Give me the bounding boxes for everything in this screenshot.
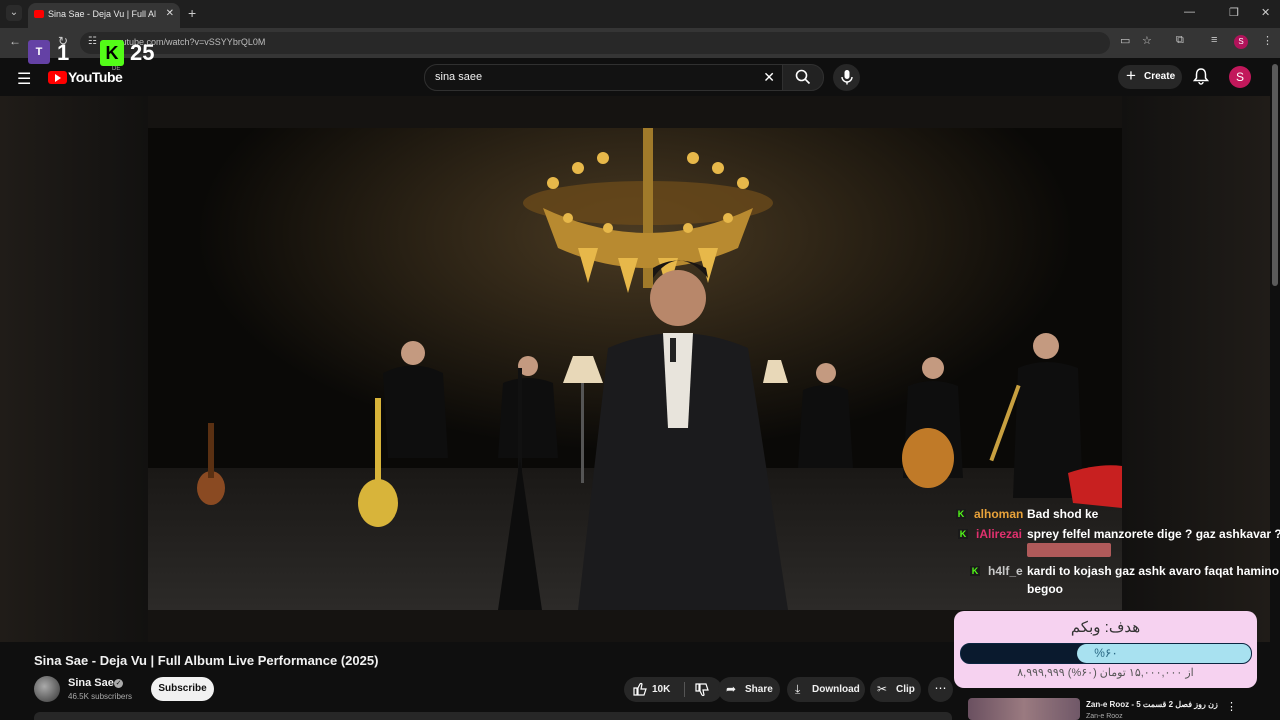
channel-avatar[interactable] bbox=[34, 676, 60, 702]
bookmark-star-icon[interactable]: ☆ bbox=[1142, 34, 1152, 47]
channel-name[interactable]: Sina Sae bbox=[68, 677, 114, 689]
more-actions-button[interactable]: ⋯ bbox=[928, 677, 953, 702]
recommendation-more-icon[interactable]: ⋮ bbox=[1226, 700, 1237, 713]
back-arrow-icon[interactable]: ← bbox=[9, 34, 21, 48]
search-icon bbox=[795, 69, 811, 85]
video-title: Sina Sae - Deja Vu | Full Album Live Per… bbox=[34, 653, 379, 668]
media-controls-icon[interactable]: ≡ bbox=[1211, 34, 1217, 46]
twitch-logo-icon: T bbox=[28, 40, 50, 64]
site-info-icon[interactable]: ☷ bbox=[88, 36, 97, 47]
search-button[interactable] bbox=[782, 64, 824, 91]
goal-progress-bar: %۶۰ bbox=[960, 643, 1252, 664]
chat-username: alhoman bbox=[974, 507, 1024, 521]
minimize-icon[interactable]: — bbox=[1184, 6, 1195, 18]
clip-label: Clip bbox=[896, 684, 915, 695]
like-dislike-group: 10K bbox=[624, 677, 722, 702]
restore-icon[interactable]: ❐ bbox=[1229, 6, 1239, 19]
browser-profile-avatar[interactable]: S bbox=[1234, 35, 1248, 49]
twitch-viewer-count: 1 bbox=[57, 40, 70, 65]
search-input[interactable]: sina saee ✕ bbox=[424, 64, 784, 91]
clip-button[interactable]: ✂ Clip bbox=[870, 677, 921, 702]
create-button[interactable]: + Create bbox=[1118, 65, 1182, 89]
tab-close-icon[interactable]: ✕ bbox=[166, 8, 174, 19]
plus-icon: + bbox=[1126, 66, 1136, 85]
create-label: Create bbox=[1144, 71, 1176, 82]
notifications-bell-icon[interactable] bbox=[1193, 67, 1209, 85]
youtube-favicon-icon bbox=[34, 10, 44, 18]
youtube-header: ☰ YouTube DE sina saee ✕ + Create S bbox=[0, 58, 1280, 96]
ambient-glow-right bbox=[1122, 96, 1270, 642]
search-query: sina saee bbox=[435, 71, 483, 83]
subscriber-count: 46.5K subscribers bbox=[68, 692, 133, 701]
download-label: Download bbox=[812, 684, 860, 695]
youtube-logo-icon[interactable] bbox=[48, 71, 67, 84]
tab-title: Sina Sae - Deja Vu | Full Album bbox=[48, 9, 156, 19]
user-avatar[interactable]: S bbox=[1229, 66, 1251, 88]
browser-menu-icon[interactable]: ⋮ bbox=[1262, 34, 1273, 47]
page-scrollbar[interactable] bbox=[1270, 58, 1280, 720]
country-code: DE bbox=[112, 66, 121, 72]
chat-username: h4lf_e bbox=[988, 564, 1023, 578]
thumbs-down-icon bbox=[695, 683, 709, 697]
cast-icon[interactable]: ▭ bbox=[1120, 34, 1130, 47]
goal-title: هدف: وبکم bbox=[1070, 619, 1141, 636]
kick-badge-icon: K bbox=[956, 509, 966, 519]
kick-viewer-count: 25 bbox=[130, 40, 155, 65]
donation-goal-widget: هدف: وبکم %۶۰ ۸,۹۹۹,۹۹۹ از ۱۵,۰۰۰,۰۰۰ تو… bbox=[954, 611, 1257, 688]
kick-badge-icon: K bbox=[970, 566, 980, 576]
address-bar[interactable]: ☷ youtube.com/watch?v=vSSYYbrQL0M bbox=[80, 32, 1110, 54]
like-count: 10K bbox=[652, 684, 671, 695]
download-icon: ⤓ bbox=[795, 682, 801, 696]
verified-check-icon: ✓ bbox=[114, 679, 123, 688]
voice-search-button[interactable] bbox=[833, 64, 860, 91]
window-close-icon[interactable]: ✕ bbox=[1261, 6, 1270, 19]
guide-menu-icon[interactable]: ☰ bbox=[17, 69, 31, 89]
new-tab-button[interactable]: + bbox=[188, 5, 196, 21]
recommendation-thumbnail[interactable] bbox=[968, 698, 1080, 720]
recommendation-channel: Zan-e Rooz bbox=[1086, 713, 1123, 720]
goal-amount: ۸,۹۹۹,۹۹۹ از ۱۵,۰۰۰,۰۰۰ تومان (۶۰%) bbox=[1017, 667, 1194, 679]
ambient-glow-left bbox=[0, 96, 148, 642]
scrollbar-thumb[interactable] bbox=[1272, 64, 1278, 286]
share-button[interactable]: ➦ Share bbox=[718, 677, 780, 702]
share-arrow-icon: ➦ bbox=[726, 682, 737, 696]
browser-tab-bar: ⌄ Sina Sae - Deja Vu | Full Album ✕ + — … bbox=[0, 0, 1280, 28]
dislike-button[interactable] bbox=[685, 677, 722, 702]
like-button[interactable]: 10K bbox=[624, 677, 684, 702]
kick-badge-icon: K bbox=[958, 529, 968, 539]
emote-image bbox=[1027, 543, 1111, 557]
browser-tab-active[interactable]: Sina Sae - Deja Vu | Full Album ✕ bbox=[28, 3, 180, 28]
scissors-icon: ✂ bbox=[877, 682, 888, 696]
chat-message: sprey felfel manzorete dige ? gaz ashkav… bbox=[1027, 527, 1280, 541]
chat-username: iAlirezai bbox=[976, 527, 1023, 541]
chat-message: Bad shod ke bbox=[1027, 507, 1099, 521]
share-label: Share bbox=[745, 684, 773, 695]
browser-toolbar: ← → ↻ ☷ youtube.com/watch?v=vSSYYbrQL0M … bbox=[0, 28, 1280, 58]
description-box[interactable] bbox=[34, 712, 952, 720]
goal-percent-label: %۶۰ bbox=[1094, 646, 1118, 660]
extensions-icon[interactable]: ⧉ bbox=[1176, 34, 1184, 47]
chat-message: kardi to kojash gaz ashk avaro faqat ham… bbox=[1027, 564, 1280, 578]
kick-logo-icon: K bbox=[100, 40, 124, 66]
chat-message-continued: begoo bbox=[1027, 582, 1063, 596]
clear-search-icon[interactable]: ✕ bbox=[763, 69, 775, 86]
thumbs-up-icon bbox=[633, 682, 647, 696]
microphone-icon bbox=[841, 70, 853, 85]
recommendation-title[interactable]: Zan-e Rooz - 5 زن روز فصل 2 قسمت bbox=[1086, 700, 1218, 709]
subscribe-button[interactable]: Subscribe bbox=[151, 677, 214, 701]
download-button[interactable]: ⤓ Download bbox=[787, 677, 865, 702]
tab-search-button[interactable]: ⌄ bbox=[6, 5, 22, 21]
